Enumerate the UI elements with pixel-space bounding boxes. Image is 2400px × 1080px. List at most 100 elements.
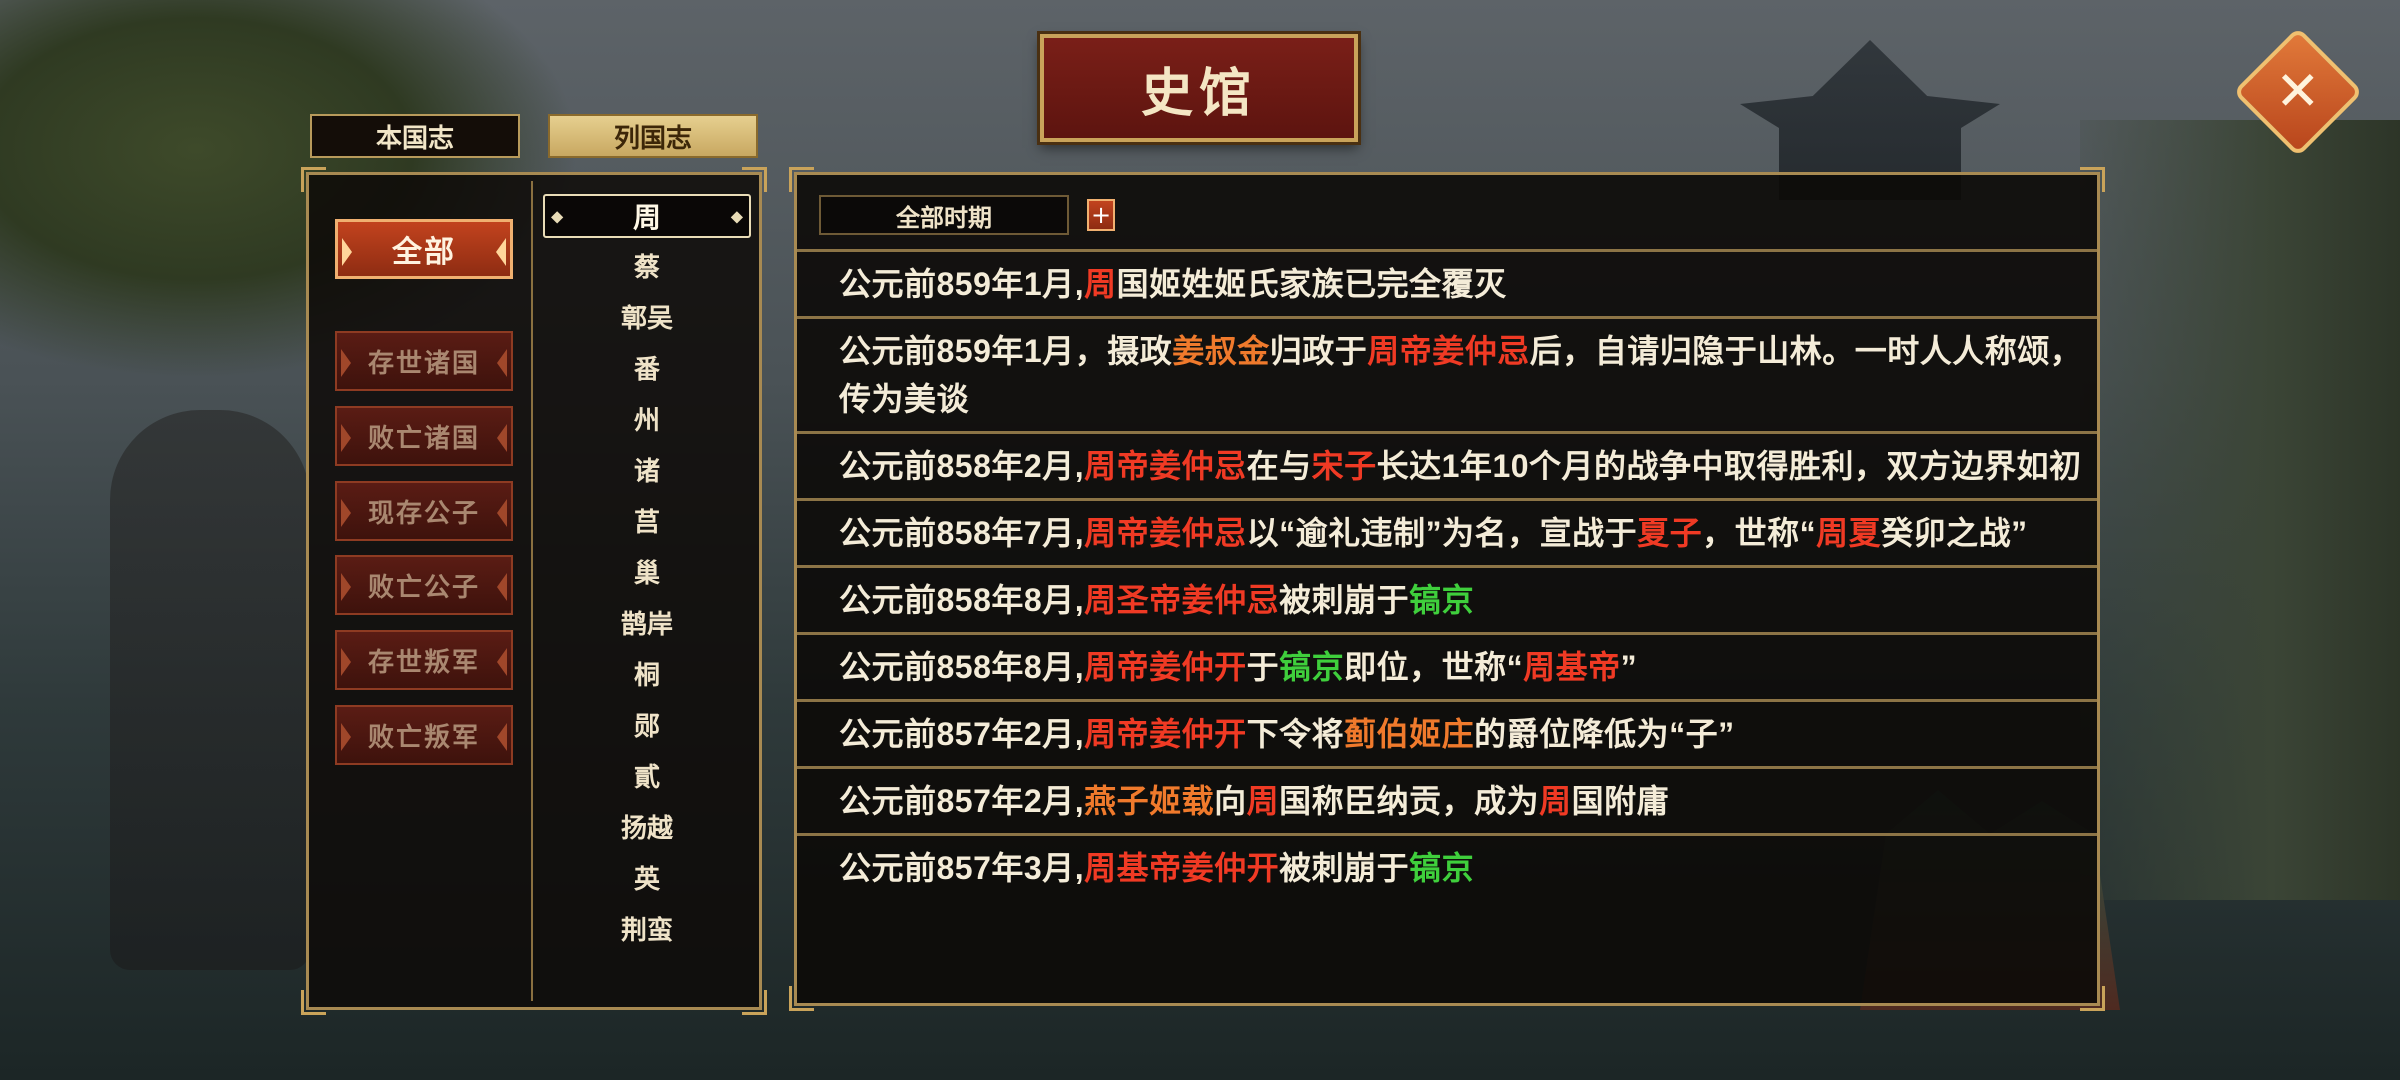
filter-fallen-princes-button[interactable]: 败亡公子 [335, 555, 513, 615]
state-item-selected[interactable]: 周 [543, 194, 751, 238]
state-item[interactable]: 番 [537, 342, 757, 393]
record-text: 公元前858年7月, [839, 515, 1085, 551]
record-text: 于 [1246, 649, 1280, 685]
record-highlight-red: 周帝姜仲忌 [1084, 448, 1247, 484]
history-records-panel: 全部时期 + 公元前859年1月,周国姬姓姬氏家族已完全覆灭 公元前859年1月，… [789, 167, 2105, 1011]
state-list: 周 蔡 鄣吴 番 州 诸 莒 巢 鹊岸 桐 郧 貳 扬越 英 荆蛮 [537, 185, 757, 954]
frame-corner [2080, 167, 2105, 192]
tab-foreign-records[interactable]: 列国志 [548, 114, 758, 158]
history-record: 公元前857年3月,周基帝姜仲开被刺崩于镐京 [797, 833, 2097, 900]
filter-fallen-states-button[interactable]: 败亡诸国 [335, 406, 513, 466]
record-highlight-orange: 姜叔金 [1172, 333, 1270, 369]
record-text: 公元前857年3月, [839, 850, 1085, 886]
history-record: 公元前859年1月,周国姬姓姬氏家族已完全覆灭 [797, 249, 2097, 316]
record-text: 国称臣纳贡，成为 [1279, 783, 1540, 819]
frame-corner [789, 167, 814, 192]
history-record: 公元前858年8月,周圣帝姜仲忌被刺崩于镐京 [797, 565, 2097, 632]
state-item[interactable]: 桐 [537, 648, 757, 699]
frame-corner [742, 990, 767, 1015]
record-highlight-green: 镐京 [1409, 850, 1475, 886]
record-text: 即位，世称“ [1344, 649, 1524, 685]
state-item[interactable]: 诸 [537, 444, 757, 495]
record-text: 的爵位降低为“子” [1474, 716, 1735, 752]
record-text: 被刺崩于 [1279, 850, 1410, 886]
close-button[interactable]: ✕ [2232, 26, 2364, 158]
record-highlight-orange: 蓟伯姬庄 [1344, 716, 1475, 752]
filter-panel: 全部 存世诸国 败亡诸国 现存公子 败亡公子 存世叛军 败亡叛军 周 蔡 鄣吴 … [301, 167, 767, 1015]
plus-icon: + [1090, 201, 1112, 229]
filter-all-button[interactable]: 全部 [335, 219, 513, 279]
filter-fallen-rebels-button[interactable]: 败亡叛军 [335, 705, 513, 765]
state-item[interactable]: 郧 [537, 699, 757, 750]
record-highlight-green: 镐京 [1279, 649, 1345, 685]
page-title-plaque: 史馆 [1040, 34, 1358, 142]
record-highlight-red: 周帝姜仲忌 [1084, 515, 1247, 551]
record-text: 公元前857年2月, [839, 783, 1085, 819]
state-item[interactable]: 巢 [537, 546, 757, 597]
record-highlight-red: 周 [1084, 266, 1117, 302]
state-item[interactable]: 州 [537, 393, 757, 444]
state-item[interactable]: 荆蛮 [537, 903, 757, 954]
record-text: 下令将 [1246, 716, 1345, 752]
record-text: 国姬姓姬氏家族已完全覆灭 [1116, 266, 1507, 302]
record-text: ” [1620, 649, 1638, 685]
state-item[interactable]: 蔡 [537, 240, 757, 291]
state-item[interactable]: 扬越 [537, 801, 757, 852]
state-item[interactable]: 莒 [537, 495, 757, 546]
record-highlight-red: 周帝姜仲忌 [1367, 333, 1530, 369]
record-text: 在与 [1246, 448, 1312, 484]
record-highlight-red: 周圣帝姜仲忌 [1084, 582, 1280, 618]
record-text: 公元前858年8月, [839, 582, 1085, 618]
history-record: 公元前858年7月,周帝姜仲忌以“逾礼违制”为名，宣战于夏子，世称“周夏癸卯之战… [797, 498, 2097, 565]
record-text: 公元前859年1月，摄政 [839, 333, 1173, 369]
state-item[interactable]: 鹊岸 [537, 597, 757, 648]
close-icon: ✕ [2275, 60, 2321, 123]
record-text: ，世称“ [1702, 515, 1817, 551]
state-item[interactable]: 英 [537, 852, 757, 903]
record-highlight-orange: 燕子姬载 [1084, 783, 1215, 819]
record-highlight-red: 周基帝 [1523, 649, 1621, 685]
period-selector[interactable]: 全部时期 [819, 195, 1069, 235]
record-text: 公元前858年8月, [839, 649, 1085, 685]
history-record: 公元前857年2月,燕子姬载向周国称臣纳贡，成为周国附庸 [797, 766, 2097, 833]
record-list[interactable]: 公元前859年1月,周国姬姓姬氏家族已完全覆灭 公元前859年1月，摄政姜叔金归政… [797, 249, 2097, 900]
frame-corner [301, 990, 326, 1015]
record-text: 公元前859年1月, [839, 266, 1085, 302]
record-text: 向 [1214, 783, 1247, 819]
filter-existing-states-button[interactable]: 存世诸国 [335, 331, 513, 391]
frame-corner [789, 986, 814, 1011]
record-text: 以“逾礼违制”为名，宣战于 [1246, 515, 1638, 551]
record-highlight-red: 宋子 [1311, 448, 1377, 484]
record-highlight-red: 周基帝姜仲开 [1084, 850, 1280, 886]
record-text: 癸卯之战” [1881, 515, 2028, 551]
panel-divider [531, 181, 533, 1001]
history-record: 公元前859年1月，摄政姜叔金归政于周帝姜仲忌后，自请归隐于山林。一时人人称颂，… [797, 316, 2097, 431]
state-item[interactable]: 鄣吴 [537, 291, 757, 342]
history-record: 公元前857年2月,周帝姜仲开下令将蓟伯姬庄的爵位降低为“子” [797, 699, 2097, 766]
record-highlight-red: 周夏 [1816, 515, 1882, 551]
record-highlight-red: 夏子 [1637, 515, 1703, 551]
state-item[interactable]: 貳 [537, 750, 757, 801]
record-text: 公元前858年2月, [839, 448, 1085, 484]
record-text: 归政于 [1269, 333, 1368, 369]
frame-corner [301, 167, 326, 192]
period-expand-button[interactable]: + [1087, 199, 1115, 231]
background-scholar-figure [110, 410, 310, 970]
record-highlight-red: 周帝姜仲开 [1084, 716, 1247, 752]
record-highlight-red: 周 [1539, 783, 1572, 819]
record-highlight-red: 周 [1246, 783, 1280, 819]
page-title: 史馆 [1140, 62, 1257, 124]
record-highlight-red: 周帝姜仲开 [1084, 649, 1247, 685]
filter-existing-princes-button[interactable]: 现存公子 [335, 481, 513, 541]
filter-existing-rebels-button[interactable]: 存世叛军 [335, 630, 513, 690]
record-text: 长达1年10个月的战争中取得胜利，双方边界如初 [1376, 448, 2082, 484]
background-cliff [2080, 120, 2400, 900]
history-record: 公元前858年8月,周帝姜仲开于镐京即位，世称“周基帝” [797, 632, 2097, 699]
record-text: 国附庸 [1571, 783, 1670, 819]
record-text: 公元前857年2月, [839, 716, 1085, 752]
record-text: 被刺崩于 [1279, 582, 1410, 618]
frame-corner [2080, 986, 2105, 1011]
tab-domestic-records[interactable]: 本国志 [310, 114, 520, 158]
record-highlight-green: 镐京 [1409, 582, 1475, 618]
history-record: 公元前858年2月,周帝姜仲忌在与宋子长达1年10个月的战争中取得胜利，双方边界… [797, 431, 2097, 498]
